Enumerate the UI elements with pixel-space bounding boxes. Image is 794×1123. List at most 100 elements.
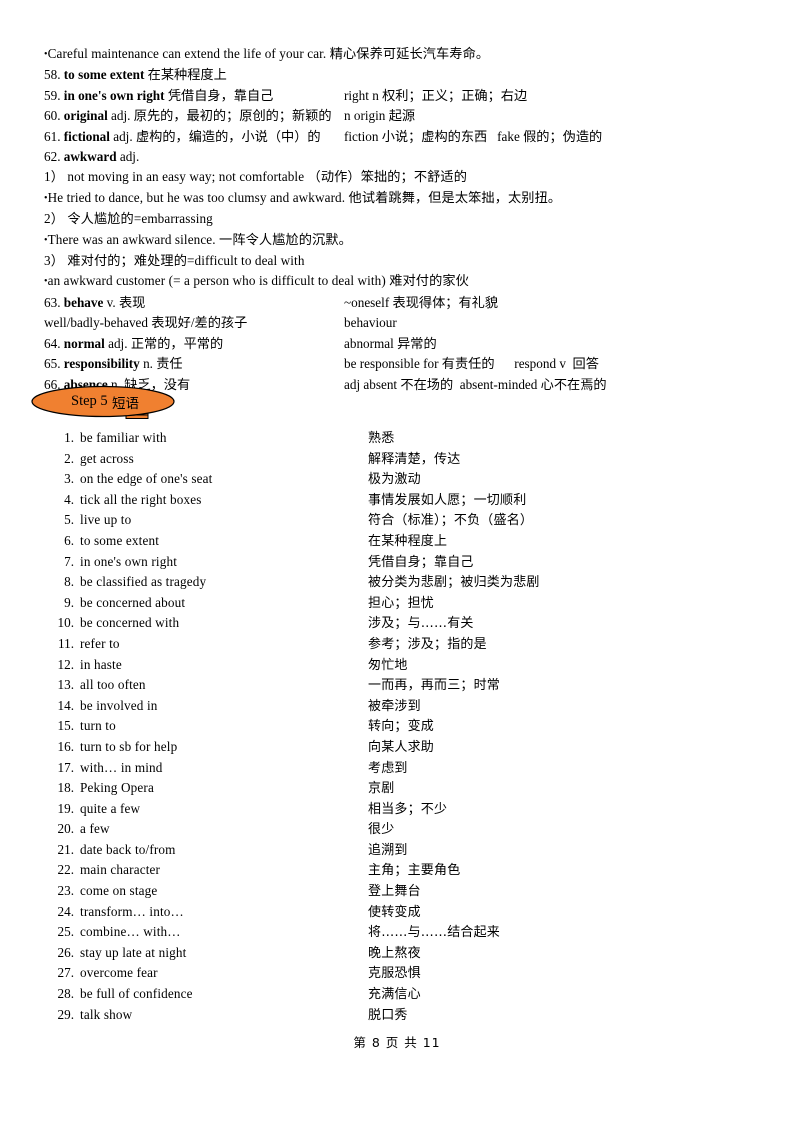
list-item: 10. be concerned with 涉及；与……有关 [44,613,756,634]
item-number: 5. [64,512,74,528]
list-item: 17. with… in mind 考虑到 [44,758,756,779]
vocab-entry-62: 62. awkward adj. [44,147,756,167]
item-english: date back to/from [80,841,176,857]
list-item: 23. come on stage 登上舞台 [44,881,756,902]
vocab-entry-63: 63. behave v. 表现 ~oneself 表现得体；有礼貌 [44,293,756,313]
vocab-entry-term-63b: well/badly-behaved 表现好/差的孩子 [44,313,344,333]
list-item: 7. in one's own right 凭借自身；靠自己 [44,552,756,573]
vocab-entry-note-64: abnormal 异常的 [344,334,756,354]
item-chinese: 晚上熬夜 [368,945,421,961]
item-english: be concerned about [80,594,186,610]
example-text: an awkward customer (= a person who is d… [47,273,469,289]
vocab-entry-note-66: adj absent 不在场的 absent-minded 心不在焉的 [344,375,756,395]
item-chinese: 凭借自身；靠自己 [368,554,474,570]
item-chinese: 克服恐惧 [368,966,421,982]
item-english: with… in mind [80,759,163,775]
item-chinese: 转向；变成 [368,719,435,735]
item-english: talk show [80,1006,133,1022]
vocab-entry-term-64: 64. normal adj. 正常的，平常的 [44,334,344,354]
entry-pos: adj. [119,149,140,165]
sense-example-2: •There was an awkward silence. 一阵令人尴尬的沉默… [44,230,756,251]
vocab-entry-term-60: 60. original adj. 原先的，最初的；原创的；新颖的 [44,106,344,126]
vocab-entry-note-60: n origin 起源 [344,106,756,126]
banner-ellipse-shape [31,385,175,419]
item-number: 27. [57,965,74,981]
note-text: ~oneself 表现得体；有礼貌 [344,294,499,310]
vocab-entry-note-62 [344,147,756,167]
note-text: abnormal 异常的 [344,335,437,351]
list-item: 25. combine… with… 将……与……结合起来 [44,922,756,943]
example-text: Careful maintenance can extend the life … [47,46,490,61]
vocab-entry-term-63: 63. behave v. 表现 [44,293,344,313]
sense-text: 令人尴尬的=embarrassing [67,211,213,227]
entry-number: 59. [44,87,61,103]
entry-number: 61. [44,128,61,144]
item-english: main character [80,862,161,878]
item-number: 26. [57,944,74,960]
vocab-entry-term-65: 65. responsibility n. 责任 [44,354,344,374]
item-chinese: 相当多；不少 [368,801,448,817]
document-page: •Careful maintenance can extend the life… [0,0,794,1123]
item-number: 6. [64,532,74,548]
example-text: There was an awkward silence. 一阵令人尴尬的沉默。 [47,231,352,247]
vocab-entry-58: 58. to some extent 在某种程度上 [44,65,756,85]
entry-pos: adj. [108,335,128,351]
entry-number: 63. [44,294,61,310]
list-item: 15. turn to 转向；变成 [44,716,756,737]
item-english: transform… into… [80,903,184,919]
item-number: 12. [57,656,74,672]
sense-text: 难对付的；难处理的=difficult to deal with [67,253,305,269]
note-text: be responsible for 有责任的 respond v 回答 [344,356,599,372]
vocab-entry-64: 64. normal adj. 正常的，平常的 abnormal 异常的 [44,334,756,354]
item-english: be concerned with [80,615,180,631]
item-number: 19. [57,800,74,816]
note-text: right n 权利；正义；正确；右边 [344,87,528,103]
vocab-entry-note-58 [344,65,756,85]
page-footer: 第 8 页 共 11 [353,1035,441,1050]
list-item: 9. be concerned about 担心；担忧 [44,593,756,614]
item-english: tick all the right boxes [80,491,202,507]
item-number: 13. [57,677,74,693]
item-chinese: 被牵涉到 [368,698,421,714]
entry-meaning: 在某种程度上 [147,67,227,83]
item-english: be involved in [80,697,158,713]
banner-body [31,385,175,418]
item-english: quite a few [80,800,141,816]
entry-term: well/badly-behaved [44,315,148,331]
list-item: 13. all too often 一而再，再而三；时常 [44,675,756,696]
list-item: 6. to some extent 在某种程度上 [44,531,756,552]
item-number: 14. [57,697,74,713]
item-chinese: 匆忙地 [368,657,408,673]
item-english: turn to [80,718,116,734]
sense-definition-2: 2） 令人尴尬的=embarrassing [44,209,756,229]
item-english: get across [80,450,134,466]
example-sentence-line: •Careful maintenance can extend the life… [44,44,756,65]
item-chinese: 向某人求助 [368,739,435,755]
item-number: 18. [57,780,74,796]
sense-definition-1: 1） not moving in an easy way; not comfor… [44,167,756,187]
vocab-entry-note-63: ~oneself 表现得体；有礼貌 [344,293,756,313]
list-item: 3. on the edge of one's seat 极为激动 [44,469,756,490]
sense-marker: 1） [44,169,64,185]
vocab-entry-term-59: 59. in one's own right 凭借自身，靠自己 [44,86,344,106]
item-number: 28. [57,986,74,1002]
sense-example-3: •an awkward customer (= a person who is … [44,271,756,292]
item-english: Peking Opera [80,780,154,796]
item-english: be full of confidence [80,986,193,1002]
item-english: all too often [80,677,146,693]
item-chinese: 熟悉 [368,431,395,446]
item-chinese: 追溯到 [368,842,408,858]
item-english: on the edge of one's seat [80,471,213,487]
entry-term: in one's own right [63,87,165,103]
sense-example-1: •He tried to dance, but he was too clums… [44,188,756,209]
item-chinese: 将……与……结合起来 [368,925,501,941]
entry-meaning: 表现 [118,294,146,310]
item-chinese: 被分类为悲剧；被归类为悲剧 [368,575,540,591]
entry-term: fictional [63,128,110,144]
item-chinese: 涉及；与……有关 [368,616,474,632]
entry-term: awkward [63,149,117,165]
entry-meaning: 正常的，平常的 [130,335,224,351]
vocab-entry-63b: well/badly-behaved 表现好/差的孩子 behaviour [44,313,756,333]
item-english: stay up late at night [80,944,187,960]
item-chinese: 充满信心 [368,987,421,1003]
